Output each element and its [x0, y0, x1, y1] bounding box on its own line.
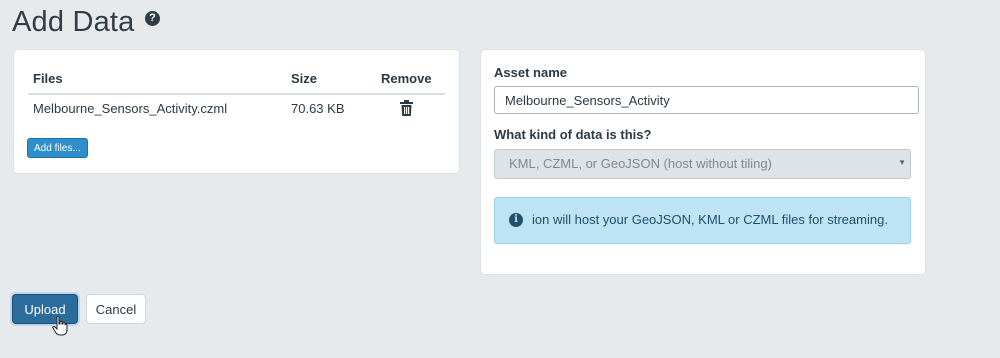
hand-cursor-icon — [52, 316, 68, 336]
add-files-button[interactable]: Add files... — [27, 138, 88, 158]
info-text: ion will host your GeoJSON, KML or CZML … — [532, 212, 888, 227]
cancel-button[interactable]: Cancel — [86, 294, 146, 324]
info-icon: i — [509, 213, 523, 227]
caret-down-icon: ▼ — [898, 158, 906, 167]
upload-button[interactable]: Upload — [12, 294, 78, 324]
asset-panel: Asset name What kind of data is this? KM… — [481, 50, 925, 274]
remove-column-header: Remove — [381, 71, 432, 86]
info-alert: i ion will host your GeoJSON, KML or CZM… — [494, 197, 911, 244]
asset-name-input[interactable] — [494, 86, 919, 114]
file-size: 70.63 KB — [291, 101, 345, 116]
data-kind-select[interactable]: KML, CZML, or GeoJSON (host without tili… — [494, 149, 911, 179]
file-name: Melbourne_Sensors_Activity.czml — [33, 101, 228, 116]
trash-icon[interactable] — [400, 100, 413, 116]
data-kind-label: What kind of data is this? — [494, 127, 652, 142]
help-icon[interactable]: ? — [145, 11, 160, 26]
header-divider — [28, 93, 445, 95]
files-column-header: Files — [33, 71, 63, 86]
page-title: Add Data — [12, 6, 135, 38]
size-column-header: Size — [291, 71, 318, 86]
asset-name-label: Asset name — [494, 65, 567, 80]
files-panel: Files Size Remove Melbourne_Sensors_Acti… — [14, 50, 459, 173]
data-kind-selected-value: KML, CZML, or GeoJSON (host without tili… — [509, 156, 772, 171]
